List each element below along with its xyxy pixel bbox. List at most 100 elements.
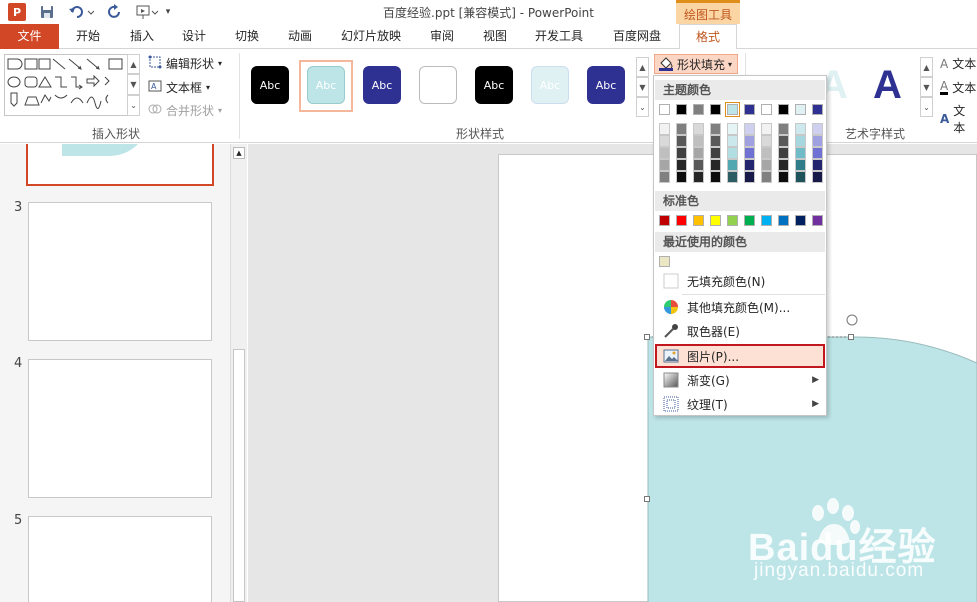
theme-shade-swatch[interactable] [676, 123, 687, 135]
text-outline-button[interactable]: A 文本 [940, 79, 976, 96]
gradient-item[interactable]: 渐变(G) ▶ [655, 368, 825, 392]
theme-color-swatch[interactable] [659, 104, 670, 115]
theme-shade-swatch[interactable] [710, 171, 721, 183]
standard-color-swatch[interactable] [693, 215, 704, 226]
shape-gallery[interactable] [4, 54, 140, 116]
theme-shade-swatch[interactable] [761, 159, 772, 171]
slide-pane-scrollbar[interactable]: ▲ [230, 144, 247, 602]
text-fill-button[interactable]: A 文本 [940, 55, 976, 72]
theme-shade-swatch[interactable] [727, 135, 738, 147]
tab-design[interactable]: 设计 [170, 24, 218, 49]
tab-slideshow[interactable]: 幻灯片放映 [333, 24, 409, 49]
theme-shade-swatch[interactable] [795, 135, 806, 147]
theme-color-swatch[interactable] [710, 104, 721, 115]
theme-shade-swatch[interactable] [744, 147, 755, 159]
more-fill-colors-item[interactable]: 其他填充颜色(M)... [655, 295, 825, 319]
standard-color-swatch[interactable] [676, 215, 687, 226]
theme-shade-swatch[interactable] [693, 123, 704, 135]
theme-shade-swatch[interactable] [795, 123, 806, 135]
theme-color-swatch[interactable] [725, 102, 740, 117]
shape-fill-button[interactable]: 形状填充 ▾ [654, 54, 738, 74]
style-gallery-scroll-up[interactable]: ▲ [636, 57, 649, 77]
standard-color-swatch[interactable] [659, 215, 670, 226]
style-thumb-white[interactable] [419, 66, 457, 104]
theme-color-swatch[interactable] [676, 104, 687, 115]
scroll-up-icon[interactable]: ▲ [233, 147, 245, 159]
theme-color-swatch[interactable] [693, 104, 704, 115]
tab-home[interactable]: 开始 [64, 24, 112, 49]
theme-shade-swatch[interactable] [693, 135, 704, 147]
theme-shade-swatch[interactable] [693, 171, 704, 183]
theme-color-swatch[interactable] [778, 104, 789, 115]
tab-review[interactable]: 审阅 [418, 24, 466, 49]
theme-shade-swatch[interactable] [812, 123, 823, 135]
theme-shade-swatch[interactable] [727, 171, 738, 183]
theme-shade-swatch[interactable] [659, 159, 670, 171]
theme-shade-swatch[interactable] [727, 147, 738, 159]
tab-file[interactable]: 文件 [0, 24, 59, 49]
theme-shade-swatch[interactable] [710, 123, 721, 135]
slide-thumbnail[interactable] [28, 359, 212, 498]
texture-item[interactable]: 纹理(T) ▶ [655, 392, 825, 416]
theme-shade-swatch[interactable] [812, 171, 823, 183]
standard-color-swatch[interactable] [727, 215, 738, 226]
theme-shade-swatch[interactable] [710, 147, 721, 159]
wordart-sample-navy[interactable]: A [873, 63, 902, 108]
tab-transitions[interactable]: 切换 [223, 24, 271, 49]
tab-format[interactable]: 格式 [679, 24, 737, 50]
slide-thumbnail[interactable] [28, 202, 212, 341]
wordart-gallery-scroll-up[interactable]: ▲ [920, 57, 933, 77]
theme-shade-swatch[interactable] [659, 147, 670, 159]
theme-color-swatch[interactable] [795, 104, 806, 115]
slide-thumbnail[interactable] [28, 516, 212, 602]
standard-color-swatch[interactable] [744, 215, 755, 226]
style-gallery-more[interactable]: ⌄ [636, 97, 649, 117]
wordart-gallery-scroll-down[interactable]: ▼ [920, 77, 933, 97]
theme-shade-swatch[interactable] [744, 159, 755, 171]
tab-insert[interactable]: 插入 [118, 24, 166, 49]
picture-fill-item[interactable]: 图片(P)... [655, 344, 825, 368]
shape-gallery-more[interactable]: ⌄ [127, 95, 140, 116]
theme-shade-swatch[interactable] [812, 147, 823, 159]
theme-shade-swatch[interactable] [778, 171, 789, 183]
style-gallery-scroll-down[interactable]: ▼ [636, 77, 649, 97]
theme-shade-swatch[interactable] [778, 147, 789, 159]
theme-shade-swatch[interactable] [761, 123, 772, 135]
theme-shade-swatch[interactable] [693, 147, 704, 159]
text-box-button[interactable]: A 文本框 ▾ [148, 79, 210, 96]
theme-shade-swatch[interactable] [778, 135, 789, 147]
theme-shade-swatch[interactable] [795, 147, 806, 159]
theme-shade-swatch[interactable] [659, 135, 670, 147]
theme-color-swatch[interactable] [812, 104, 823, 115]
style-thumb-lightblue-selected[interactable]: Abc [307, 66, 345, 104]
theme-shade-swatch[interactable] [761, 147, 772, 159]
theme-shade-swatch[interactable] [761, 171, 772, 183]
slide-thumbnail-selected[interactable] [26, 144, 214, 186]
resize-handle[interactable] [644, 334, 650, 340]
theme-shade-swatch[interactable] [676, 159, 687, 171]
text-effects-button[interactable]: A 文本 [940, 102, 977, 136]
theme-shade-swatch[interactable] [778, 123, 789, 135]
standard-color-swatch[interactable] [710, 215, 721, 226]
style-thumb-lightblue-2[interactable]: Abc [531, 66, 569, 104]
recent-color-swatch[interactable] [659, 256, 670, 267]
theme-shade-swatch[interactable] [710, 159, 721, 171]
theme-shade-swatch[interactable] [795, 159, 806, 171]
theme-color-swatch[interactable] [761, 104, 772, 115]
standard-color-swatch[interactable] [761, 215, 772, 226]
scrollbar-thumb[interactable] [233, 349, 245, 602]
no-fill-item[interactable]: 无填充颜色(N) [655, 269, 825, 293]
merge-shapes-button[interactable]: 合并形状 ▾ [148, 102, 222, 119]
theme-shade-swatch[interactable] [659, 123, 670, 135]
theme-shade-swatch[interactable] [676, 135, 687, 147]
theme-shade-swatch[interactable] [693, 159, 704, 171]
style-thumb-black-2[interactable]: Abc [475, 66, 513, 104]
style-thumb-black[interactable]: Abc [251, 66, 289, 104]
theme-shade-swatch[interactable] [727, 159, 738, 171]
theme-shade-swatch[interactable] [744, 135, 755, 147]
tab-animations[interactable]: 动画 [276, 24, 324, 49]
theme-shade-swatch[interactable] [812, 135, 823, 147]
theme-shade-swatch[interactable] [676, 171, 687, 183]
shape-gallery-scroll-down[interactable]: ▼ [127, 74, 140, 95]
tab-developer[interactable]: 开发工具 [526, 24, 592, 49]
